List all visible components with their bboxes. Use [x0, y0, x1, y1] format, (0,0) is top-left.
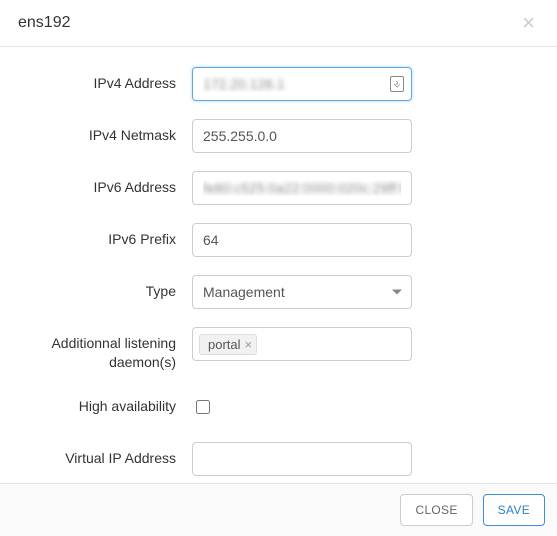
label-virtual-ip: Virtual IP Address [18, 442, 192, 468]
label-high-availability: High availability [18, 390, 192, 416]
input-virtual-ip[interactable] [192, 442, 412, 476]
row-high-availability: High availability [18, 390, 539, 424]
select-type[interactable] [192, 275, 412, 309]
close-button[interactable]: CLOSE [400, 494, 472, 526]
row-virtual-ip: Virtual IP Address [18, 442, 539, 476]
label-additional-daemons: Additionnal listening daemon(s) [18, 327, 192, 372]
row-ipv6-address: IPv6 Address [18, 171, 539, 205]
row-ipv4-netmask: IPv4 Netmask [18, 119, 539, 153]
modal-title: ens192 [18, 14, 518, 32]
input-additional-daemons[interactable]: portal × [192, 327, 412, 361]
label-ipv4-netmask: IPv4 Netmask [18, 119, 192, 145]
tag-remove-icon[interactable]: × [245, 338, 253, 351]
label-ipv6-address: IPv6 Address [18, 171, 192, 197]
tag-label: portal [208, 337, 241, 352]
tag-item[interactable]: portal × [199, 334, 257, 355]
label-type: Type [18, 275, 192, 301]
row-ipv4-address: IPv4 Address ⎀ [18, 67, 539, 101]
input-ipv4-netmask[interactable] [192, 119, 412, 153]
checkbox-high-availability[interactable] [196, 400, 210, 414]
modal-footer: CLOSE SAVE [0, 483, 557, 536]
label-ipv6-prefix: IPv6 Prefix [18, 223, 192, 249]
save-button[interactable]: SAVE [483, 494, 545, 526]
modal-body[interactable]: IPv4 Address ⎀ IPv4 Netmask IPv6 Address… [0, 47, 557, 483]
input-ipv6-address[interactable] [192, 171, 412, 205]
row-additional-daemons: Additionnal listening daemon(s) portal × [18, 327, 539, 372]
row-type: Type [18, 275, 539, 309]
close-icon[interactable]: × [518, 12, 539, 34]
modal-header: ens192 × [0, 0, 557, 47]
input-ipv4-address[interactable] [192, 67, 412, 101]
interface-config-modal: ens192 × IPv4 Address ⎀ IPv4 Netmask IPv… [0, 0, 557, 536]
row-ipv6-prefix: IPv6 Prefix [18, 223, 539, 257]
input-ipv6-prefix[interactable] [192, 223, 412, 257]
label-ipv4-address: IPv4 Address [18, 67, 192, 93]
